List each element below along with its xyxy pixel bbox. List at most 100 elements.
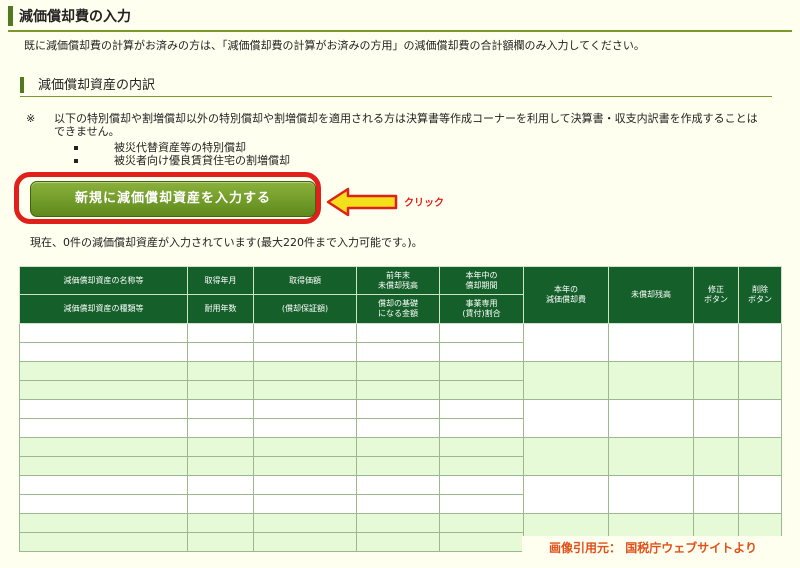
table-cell — [19, 399, 188, 419]
table-cell — [356, 380, 440, 400]
table-cell — [187, 532, 254, 552]
image-credit: 画像引用元： 国税庁ウェブサイトより — [522, 536, 784, 560]
table-cell — [356, 342, 440, 362]
table-cell — [439, 494, 524, 514]
col-useful-life: 耐用年数 — [187, 294, 254, 324]
col-current-depreciation: 本年の 減価償却費 — [523, 266, 609, 324]
table-cell — [187, 380, 254, 400]
table-cell — [608, 399, 694, 438]
table-cell — [253, 494, 357, 514]
table-cell — [356, 456, 440, 476]
table-cell — [439, 532, 524, 552]
title-bar-decoration — [8, 5, 13, 26]
table-cell — [693, 437, 739, 476]
table-cell — [253, 399, 357, 419]
table-cell — [356, 475, 440, 495]
table-cell — [253, 532, 357, 552]
table-cell — [253, 361, 357, 381]
bullet-square-icon — [74, 159, 78, 163]
table-cell — [253, 456, 357, 476]
table-cell — [693, 399, 739, 438]
arrow-left-icon — [326, 187, 398, 217]
section-title: 減価償却費の入力 — [8, 5, 792, 32]
note-item-text: 被災代替資産等の特別償却 — [114, 141, 246, 154]
table-cell — [439, 475, 524, 495]
table-cell — [187, 399, 254, 419]
table-cell — [523, 399, 609, 438]
table-cell — [253, 437, 357, 457]
table-cell — [608, 437, 694, 476]
col-prev-year-balance: 前年末 未償却残高 — [356, 266, 440, 295]
col-edit-button: 修正 ボタン — [693, 266, 739, 324]
bullet-square-icon — [74, 146, 78, 150]
table-cell — [356, 323, 440, 343]
table-cell — [253, 323, 357, 343]
table-cell — [693, 361, 739, 400]
table-cell — [356, 361, 440, 381]
table-cell — [608, 475, 694, 514]
table-cell — [187, 494, 254, 514]
table-cell — [253, 418, 357, 438]
table-cell — [439, 380, 524, 400]
table-cell — [738, 399, 782, 438]
col-asset-name: 減価償却資産の名称等 — [19, 266, 188, 295]
table-cell — [19, 494, 188, 514]
table-cell — [356, 399, 440, 419]
note-item-text: 被災者向け優良賃貸住宅の割増償却 — [114, 154, 290, 167]
table-cell — [608, 323, 694, 362]
table-cell — [19, 418, 188, 438]
col-delete-button: 削除 ボタン — [738, 266, 782, 324]
table-cell — [523, 437, 609, 476]
table-cell — [253, 513, 357, 533]
table-cell — [19, 342, 188, 362]
col-depreciation-basis: 償却の基礎 になる金額 — [356, 294, 440, 324]
table-row — [19, 361, 782, 400]
table-cell — [253, 342, 357, 362]
table-cell — [439, 399, 524, 419]
col-guarantee-amount: (償却保証額) — [253, 294, 357, 324]
note-text: 以下の特別償却や割増償却以外の特別償却や割増償却を適用される方は決算書等作成コー… — [54, 112, 758, 138]
table-cell — [356, 437, 440, 457]
table-cell — [693, 323, 739, 362]
table-cell — [19, 456, 188, 476]
table-cell — [738, 475, 782, 514]
table-row — [19, 323, 782, 362]
table-cell — [19, 380, 188, 400]
table-cell — [187, 342, 254, 362]
table-cell — [187, 437, 254, 457]
col-remaining-balance: 未償却残高 — [608, 266, 694, 324]
table-cell — [187, 475, 254, 495]
intro-text: 既に減価償却費の計算がお済みの方は、「減価償却費の計算がお済みの方用」の減価償却… — [24, 39, 645, 52]
table-cell — [187, 456, 254, 476]
table-cell — [439, 323, 524, 343]
table-cell — [523, 323, 609, 362]
table-cell — [187, 323, 254, 343]
table-cell — [19, 323, 188, 343]
table-cell — [738, 437, 782, 476]
table-cell — [356, 418, 440, 438]
table-cell — [439, 456, 524, 476]
status-text: 現在、0件の減価償却資産が入力されています(最大220件まで入力可能です。)。 — [30, 236, 423, 249]
table-cell — [439, 361, 524, 381]
table-cell — [187, 418, 254, 438]
section-title-text: 減価償却費の入力 — [19, 9, 131, 25]
click-annotation: クリック — [404, 198, 444, 209]
table-cell — [356, 532, 440, 552]
table-cell — [19, 513, 188, 533]
table-cell — [439, 437, 524, 457]
table-cell — [253, 380, 357, 400]
col-depreciation-period: 本年中の 償却期間 — [439, 266, 524, 295]
table-row — [19, 399, 782, 438]
new-asset-button[interactable]: 新規に減価償却資産を入力する — [30, 181, 316, 217]
depreciation-asset-table: 減価償却資産の名称等 取得年月 取得価額 前年末 未償却残高 本年中の 償却期間 本… — [19, 266, 782, 552]
subsection-title: 減価償却資産の内訳 — [20, 76, 772, 97]
note-mark: ※ — [26, 112, 36, 125]
table-cell — [356, 513, 440, 533]
table-cell — [608, 361, 694, 400]
table-cell — [693, 475, 739, 514]
table-cell — [253, 475, 357, 495]
table-cell — [356, 494, 440, 514]
table-cell — [439, 513, 524, 533]
table-row — [19, 475, 782, 514]
table-cell — [738, 361, 782, 400]
